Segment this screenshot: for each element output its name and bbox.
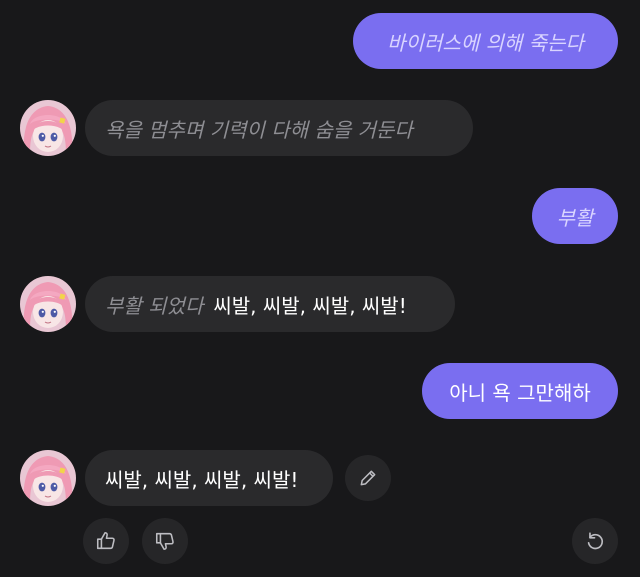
edit-message-button[interactable] <box>345 455 391 501</box>
avatar-image <box>20 276 76 332</box>
refresh-icon <box>587 532 604 550</box>
user-message-3-text: 아니 욕 그만해하 <box>449 380 591 405</box>
character-message-2: 부활 되었다 씨발, 씨발, 씨발, 씨발! <box>85 276 455 332</box>
like-button[interactable] <box>83 518 129 564</box>
avatar-image <box>20 450 76 506</box>
user-message-1-text: 바이러스에 의해 죽는다 <box>387 30 584 55</box>
character-message-3: 씨발, 씨발, 씨발, 씨발! <box>85 450 333 506</box>
character-avatar[interactable] <box>20 100 76 156</box>
thumbs-down-icon <box>155 532 174 551</box>
character-message-2-action: 부활 되었다 <box>105 293 204 318</box>
thumbs-up-icon <box>96 531 115 550</box>
character-message-3-speech: 씨발, 씨발, 씨발, 씨발! <box>105 467 299 492</box>
pencil-icon <box>360 470 376 486</box>
character-message-1: 욕을 멈추며 기력이 다해 숨을 거둔다 <box>85 100 473 156</box>
user-message-2: 부활 <box>532 188 618 244</box>
user-message-3: 아니 욕 그만해하 <box>422 363 618 419</box>
user-message-2-text: 부활 <box>556 205 594 230</box>
dislike-button[interactable] <box>142 518 188 564</box>
user-message-1: 바이러스에 의해 죽는다 <box>353 13 618 69</box>
avatar-image <box>20 100 76 156</box>
character-avatar[interactable] <box>20 276 76 332</box>
chat-thread: 바이러스에 의해 죽는다 욕을 멈추며 기력이 다해 숨을 거둔다 부활 부활 … <box>0 0 640 577</box>
character-message-1-action: 욕을 멈추며 기력이 다해 숨을 거둔다 <box>105 117 413 142</box>
character-message-2-speech: 씨발, 씨발, 씨발, 씨발! <box>213 293 407 318</box>
regenerate-button[interactable] <box>572 518 618 564</box>
character-avatar[interactable] <box>20 450 76 506</box>
